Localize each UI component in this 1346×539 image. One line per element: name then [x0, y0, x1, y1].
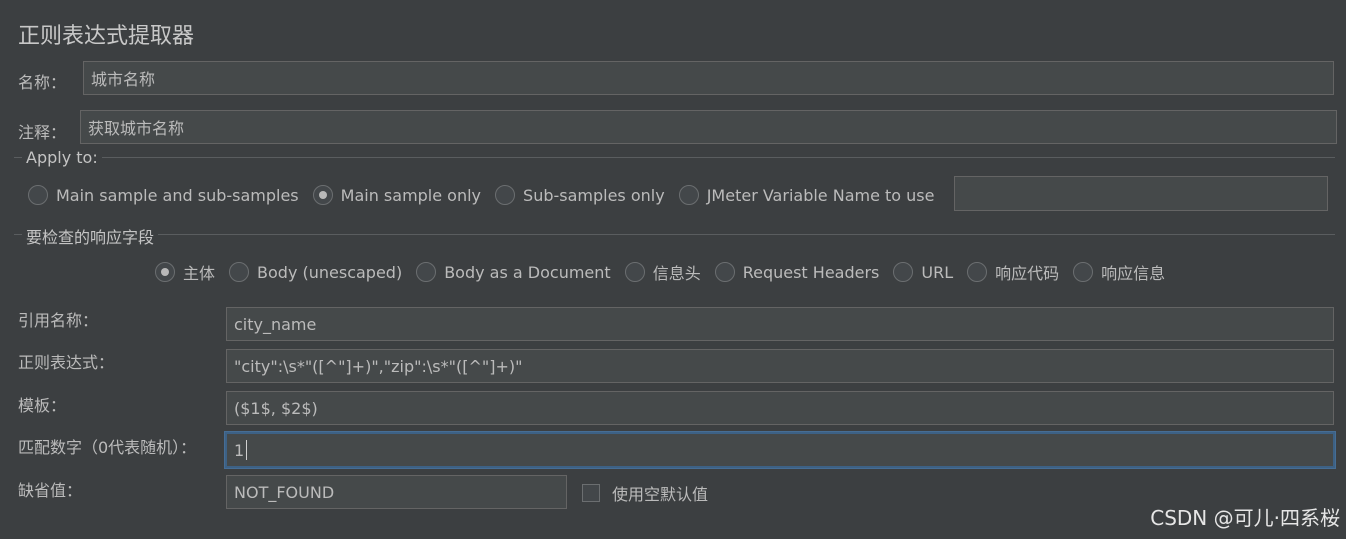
radio-body-unescaped-label: Body (unescaped): [257, 262, 403, 282]
radio-main-and-sub-label: Main sample and sub-samples: [56, 185, 299, 205]
use-empty-default-checkbox[interactable]: 使用空默认值: [582, 481, 708, 505]
radio-response-message-label: 响应信息: [1101, 264, 1166, 283]
radio-response-code-label: 响应代码: [995, 264, 1060, 283]
radio-button-icon: [893, 262, 914, 282]
radio-sub-only-label: Sub-samples only: [523, 185, 665, 205]
match-no-label: 匹配数字（0代表随机）：: [18, 438, 197, 457]
radio-body[interactable]: 主体: [155, 260, 215, 284]
template-label: 模板：: [18, 396, 67, 415]
radio-headers[interactable]: 信息头: [624, 260, 701, 284]
ref-name-label: 引用名称：: [18, 311, 99, 330]
radio-url[interactable]: URL: [893, 262, 953, 282]
name-input[interactable]: 城市名称: [83, 61, 1334, 95]
radio-jmeter-variable-label: JMeter Variable Name to use: [706, 185, 935, 205]
checkbox-icon: [582, 484, 600, 502]
radio-headers-label: 信息头: [652, 264, 701, 283]
use-empty-default-label: 使用空默认值: [612, 485, 709, 504]
apply-to-radio-group: Main sample and sub-samples Main sample …: [28, 184, 948, 206]
radio-button-icon: [495, 185, 516, 205]
radio-button-selected-icon: [155, 262, 175, 282]
radio-body-as-document[interactable]: Body as a Document: [416, 262, 611, 282]
default-value-value: NOT_FOUND: [234, 482, 335, 502]
radio-body-label: 主体: [183, 264, 216, 283]
radio-button-icon: [678, 185, 699, 205]
regex-value: "city":\s*"([^"]+)","zip":\s*"([^"]+)": [234, 356, 523, 376]
default-value-input[interactable]: NOT_FOUND: [226, 475, 567, 509]
default-value-label: 缺省值：: [18, 481, 83, 500]
radio-main-only[interactable]: Main sample only: [312, 185, 482, 205]
radio-button-icon: [714, 262, 735, 282]
comment-input-value: 获取城市名称: [88, 119, 185, 138]
match-no-input[interactable]: 1: [225, 432, 1335, 468]
radio-request-headers-label: Request Headers: [742, 262, 880, 282]
radio-url-label: URL: [921, 262, 954, 282]
regex-input[interactable]: "city":\s*"([^"]+)","zip":\s*"([^"]+)": [226, 349, 1334, 383]
match-no-value: 1: [234, 440, 245, 460]
radio-button-icon: [416, 262, 437, 282]
template-value: ($1$, $2$): [234, 398, 318, 418]
radio-button-icon: [229, 262, 250, 282]
regex-label: 正则表达式：: [18, 353, 115, 372]
comment-label: 注释：: [18, 123, 67, 142]
radio-button-icon: [624, 262, 645, 282]
jmeter-variable-input[interactable]: [954, 176, 1328, 211]
radio-button-icon: [28, 185, 48, 205]
radio-body-unescaped[interactable]: Body (unescaped): [229, 262, 402, 282]
radio-body-as-document-label: Body as a Document: [444, 262, 611, 282]
radio-response-message[interactable]: 响应信息: [1073, 260, 1165, 284]
radio-button-icon: [967, 262, 988, 282]
text-cursor: [246, 440, 248, 460]
ref-name-value: city_name: [234, 314, 317, 334]
comment-input[interactable]: 获取城市名称: [80, 110, 1337, 144]
response-field-separator: [14, 234, 1335, 235]
apply-to-separator: [14, 157, 1335, 158]
name-label: 名称：: [18, 73, 67, 92]
radio-request-headers[interactable]: Request Headers: [714, 262, 880, 282]
radio-response-code[interactable]: 响应代码: [967, 260, 1059, 284]
template-input[interactable]: ($1$, $2$): [226, 391, 1334, 425]
radio-button-icon: [1073, 262, 1094, 282]
apply-to-legend: Apply to:: [22, 148, 102, 167]
panel-title: 正则表达式提取器: [18, 24, 195, 49]
ref-name-input[interactable]: city_name: [226, 307, 1334, 341]
radio-main-only-label: Main sample only: [340, 185, 482, 205]
name-input-value: 城市名称: [91, 70, 156, 89]
response-field-radio-group: 主体 Body (unescaped) Body as a Document 信…: [155, 261, 1179, 283]
radio-main-and-sub[interactable]: Main sample and sub-samples: [28, 185, 299, 205]
watermark: CSDN @可儿·四系桜: [1150, 506, 1340, 530]
response-field-legend: 要检查的响应字段: [22, 224, 159, 248]
radio-sub-only[interactable]: Sub-samples only: [495, 185, 665, 205]
radio-button-selected-icon: [312, 185, 333, 205]
radio-jmeter-variable[interactable]: JMeter Variable Name to use: [678, 185, 935, 205]
